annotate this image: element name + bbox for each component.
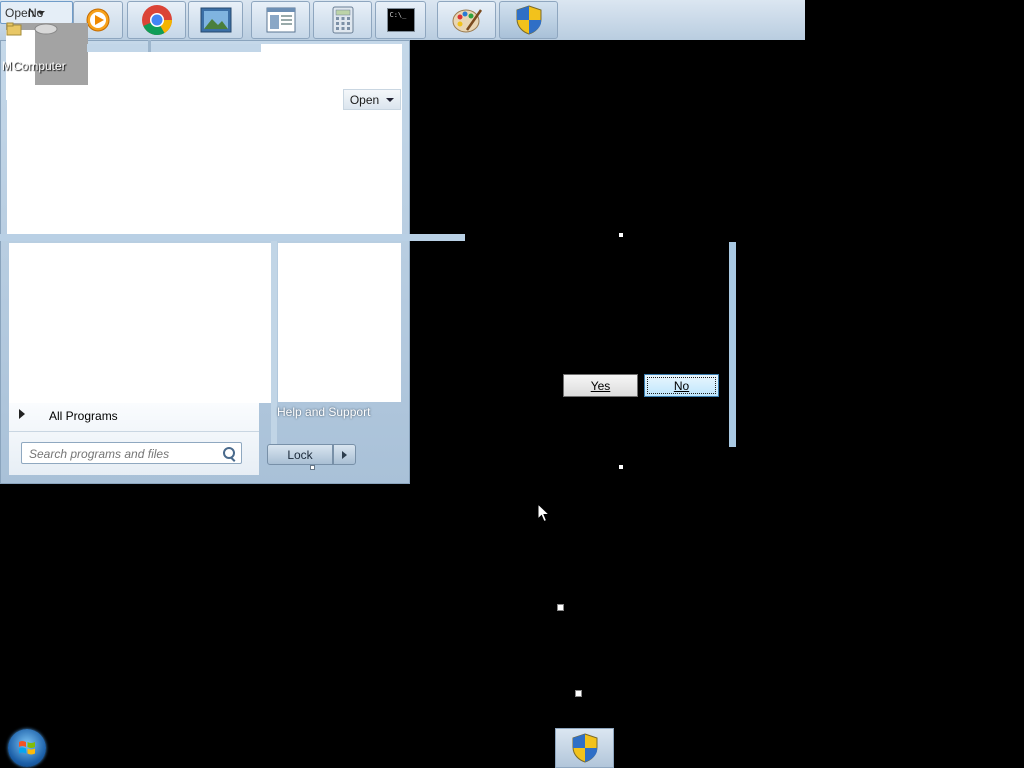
uac-shield-icon <box>516 5 541 35</box>
paint-button[interactable] <box>437 1 496 39</box>
resize-handle[interactable] <box>310 465 315 470</box>
search-input[interactable] <box>22 443 221 465</box>
computer-label-text: Computer <box>13 59 66 73</box>
all-programs-item[interactable]: All Programs <box>49 409 118 423</box>
menu-top-divider <box>87 44 261 52</box>
open-dropdown[interactable]: Open No <box>0 1 73 24</box>
media-player-icon <box>86 8 110 32</box>
windows-logo-icon <box>19 741 35 755</box>
no-button[interactable]: No <box>644 374 719 397</box>
uac-shield-icon <box>572 733 597 763</box>
desktop-handle-2[interactable] <box>575 690 582 697</box>
mouse-cursor-icon <box>537 503 550 523</box>
command-prompt-icon: C:\_ <box>386 8 415 32</box>
paint-icon <box>452 9 482 33</box>
command-prompt-button[interactable]: C:\_ <box>375 1 426 39</box>
chevron-down-icon <box>386 97 395 102</box>
programs-list-pane <box>9 243 271 403</box>
menu-top-divider-vertical <box>148 40 151 52</box>
search-box[interactable] <box>21 442 242 465</box>
command-prompt-text: C:\_ <box>389 11 407 19</box>
folder-icon <box>6 22 22 36</box>
desktop-handle-1[interactable] <box>557 604 564 611</box>
uac-shield-button[interactable] <box>499 1 558 39</box>
start-button[interactable] <box>8 729 46 767</box>
yes-button[interactable]: Yes <box>563 374 638 397</box>
uac-taskbar-button[interactable] <box>555 728 614 768</box>
calculator-button[interactable] <box>313 1 372 39</box>
computer-icon <box>34 23 58 35</box>
start-menu-divider <box>0 234 465 241</box>
lock-button[interactable]: Lock <box>267 444 333 465</box>
dialog-handle-bottom[interactable] <box>619 465 623 469</box>
search-icon <box>223 447 235 459</box>
chrome-button[interactable] <box>127 1 186 39</box>
no-button-label: No <box>673 378 690 393</box>
chevron-right-icon <box>342 450 347 459</box>
yes-button-label: Yes <box>590 378 611 393</box>
document-window-icon <box>266 7 295 33</box>
all-programs-separator <box>9 431 259 432</box>
no-overlay-label: No <box>28 6 44 20</box>
open-button[interactable]: Open <box>343 89 401 110</box>
open-button-label: Open <box>349 92 380 107</box>
dialog-edge-bar <box>729 242 736 447</box>
document-window-button[interactable] <box>251 1 310 39</box>
image-viewer-icon <box>200 7 231 33</box>
computer-label: MComputer <box>2 59 66 73</box>
help-and-support-item[interactable]: Help and Support <box>277 405 370 419</box>
computer-label-prefix: M <box>2 59 12 73</box>
shutdown-options-button[interactable] <box>333 444 356 465</box>
chrome-icon <box>141 5 172 35</box>
calculator-icon <box>332 6 353 34</box>
all-programs-arrow-icon <box>19 409 25 419</box>
image-viewer-button[interactable] <box>188 1 243 39</box>
dialog-handle-top[interactable] <box>619 233 623 237</box>
places-pane <box>278 243 401 402</box>
